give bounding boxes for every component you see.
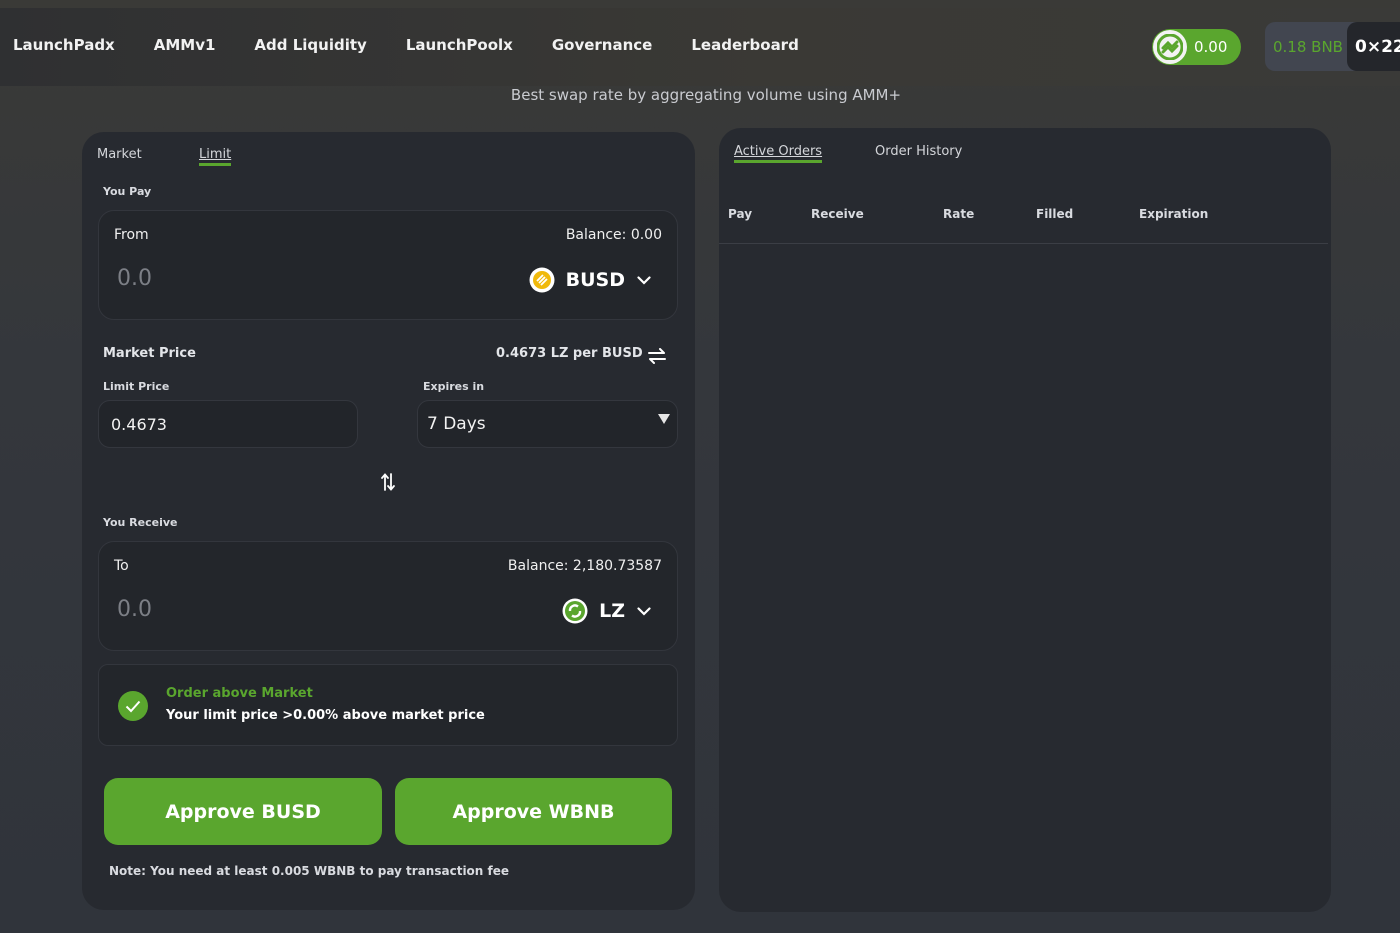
tab-market[interactable]: Market: [97, 147, 142, 162]
nav-governance[interactable]: Governance: [552, 36, 653, 54]
you-receive-label: You Receive: [103, 516, 178, 529]
orders-card: Active Orders Order History Pay Receive …: [719, 128, 1331, 912]
swap-card: Market Limit You Pay From Balance: 0.00 …: [82, 132, 695, 910]
check-circle-icon: [118, 691, 148, 721]
approve-wbnb-button[interactable]: Approve WBNB: [395, 778, 672, 845]
chevron-down-icon: [637, 275, 651, 285]
wallet-address: 0×22: [1347, 22, 1400, 71]
caret-down-icon: [658, 414, 670, 424]
nav-add-liquidity[interactable]: Add Liquidity: [254, 36, 366, 54]
column-rate: Rate: [943, 207, 975, 221]
order-notice: Order above Market Your limit price >0.0…: [98, 664, 678, 746]
pay-box: From Balance: 0.00 0.0 BUSD: [98, 210, 678, 320]
nav-launchpoolx[interactable]: LaunchPoolx: [406, 36, 513, 54]
switch-direction-icon[interactable]: [381, 473, 395, 491]
nav-ammv1[interactable]: AMMv1: [154, 36, 216, 54]
limit-price-value: 0.4673: [111, 414, 167, 434]
approve-busd-button[interactable]: Approve BUSD: [104, 778, 382, 845]
lz-logo-icon: [1153, 30, 1187, 64]
tab-order-history[interactable]: Order History: [875, 144, 962, 159]
column-pay: Pay: [728, 207, 753, 221]
fee-note: Note: You need at least 0.005 WBNB to pa…: [109, 864, 510, 878]
limit-price-label: Limit Price: [103, 380, 170, 393]
expires-label: Expires in: [423, 380, 485, 393]
chevron-down-icon: [637, 606, 651, 616]
limit-price-input[interactable]: 0.4673: [98, 400, 358, 448]
you-pay-label: You Pay: [103, 185, 152, 198]
receive-token-selector[interactable]: LZ: [562, 598, 651, 624]
notice-text: Your limit price >0.00% above market pri…: [166, 708, 485, 723]
busd-icon: [529, 267, 555, 293]
pay-balance: Balance: 0.00: [565, 227, 662, 243]
column-receive: Receive: [811, 207, 864, 221]
column-filled: Filled: [1036, 207, 1074, 221]
notice-title: Order above Market: [166, 686, 313, 701]
top-bar: LaunchPadx AMMv1 Add Liquidity LaunchPoo…: [0, 8, 1400, 86]
receive-amount-input[interactable]: 0.0: [117, 597, 152, 622]
lz-balance-pill[interactable]: 0.00: [1152, 29, 1241, 65]
nav-launchpadx[interactable]: LaunchPadx: [13, 36, 115, 54]
expires-select[interactable]: 7 Days: [417, 400, 678, 448]
swap-rate-icon[interactable]: [648, 348, 666, 364]
receive-balance: Balance: 2,180.73587: [507, 558, 662, 574]
to-label: To: [114, 558, 129, 574]
bnb-balance: 0.18 BNB: [1273, 37, 1343, 56]
tab-limit[interactable]: Limit: [199, 147, 232, 166]
tab-active-orders[interactable]: Active Orders: [734, 144, 823, 163]
pay-amount-input[interactable]: 0.0: [117, 266, 152, 291]
expires-value: 7 Days: [427, 414, 486, 434]
wallet-button[interactable]: 0.18 BNB 0×22: [1265, 22, 1400, 71]
from-label: From: [114, 227, 149, 243]
table-header-divider: [719, 243, 1328, 244]
lz-balance-value: 0.00: [1194, 38, 1228, 56]
lz-token-icon: [562, 598, 588, 624]
nav-leaderboard[interactable]: Leaderboard: [691, 36, 798, 54]
market-price-label: Market Price: [103, 346, 196, 361]
pay-token-selector[interactable]: BUSD: [529, 267, 651, 293]
page-subtitle: Best swap rate by aggregating volume usi…: [510, 86, 902, 104]
receive-token-name: LZ: [599, 600, 625, 622]
pay-token-name: BUSD: [565, 269, 625, 291]
market-price-value: 0.4673 LZ per BUSD: [496, 346, 643, 361]
main-nav: LaunchPadx AMMv1 Add Liquidity LaunchPoo…: [13, 36, 838, 54]
receive-box: To Balance: 2,180.73587 0.0 LZ: [98, 541, 678, 651]
column-expiration: Expiration: [1139, 207, 1209, 221]
